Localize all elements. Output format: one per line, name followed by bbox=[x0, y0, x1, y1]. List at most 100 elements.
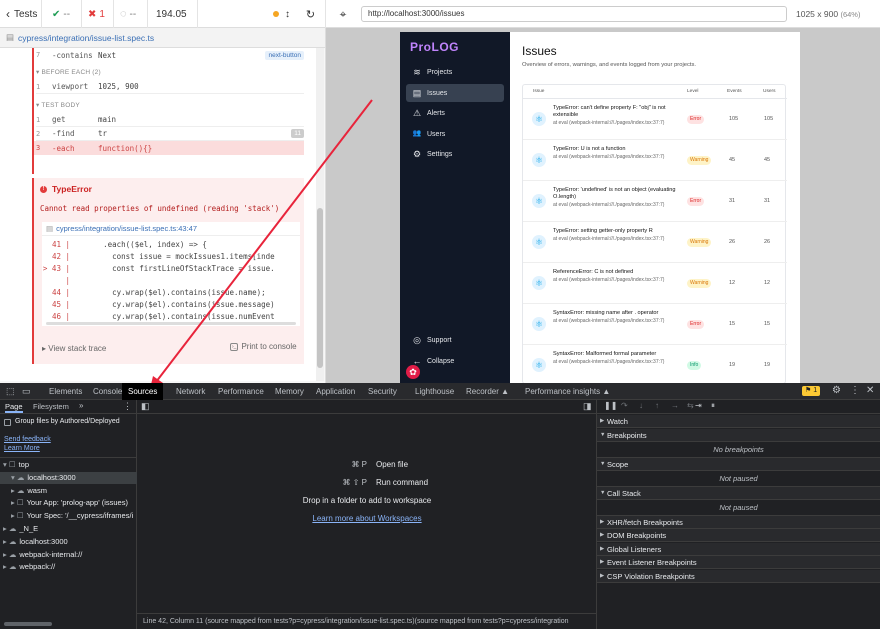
more-vertical-icon[interactable]: ⋮ bbox=[123, 401, 132, 412]
table-row[interactable]: ⚛ TypeError: can't define property F: "ob… bbox=[523, 99, 787, 140]
reporter-scrollbar[interactable] bbox=[316, 48, 324, 381]
section-call-stack[interactable]: ▼ Call Stack bbox=[597, 486, 880, 500]
pending-circle-icon: ◌ bbox=[120, 8, 127, 20]
page-title: Issues bbox=[522, 44, 557, 58]
nav-alerts[interactable]: ⚠ Alerts bbox=[406, 104, 504, 122]
pending-count[interactable]: ◌ -- bbox=[114, 0, 148, 28]
table-row[interactable]: ⚛ ReferenceError: C is not defined at eval… bbox=[523, 263, 787, 304]
issues-badge[interactable]: ⚑ 1 bbox=[802, 386, 821, 396]
devtools-tab-elements[interactable]: Elements bbox=[49, 383, 82, 400]
learn-more-link[interactable]: Learn More bbox=[4, 445, 40, 452]
command-row-get[interactable]: 1 get main bbox=[36, 113, 304, 127]
device-toolbar-icon[interactable]: ▭ bbox=[22, 386, 31, 397]
table-row[interactable]: ⚛ TypeError: 'undefined' is not an object… bbox=[523, 181, 787, 222]
section-xhr-fetch-breakpoints[interactable]: ▶ XHR/fetch Breakpoints bbox=[597, 515, 880, 529]
reload-icon: ↻ bbox=[305, 8, 316, 21]
view-stack-trace-toggle[interactable]: ▸ View stack trace bbox=[42, 344, 106, 353]
navigator-scrollbar[interactable] bbox=[4, 622, 52, 626]
debug-badge-icon[interactable]: ✿ bbox=[406, 365, 420, 379]
viewport-info[interactable]: 1025 x 900 (64%) bbox=[796, 0, 860, 28]
nav-projects[interactable]: ≋ Projects bbox=[406, 63, 504, 81]
tree-item[interactable]: ▸ ☐ Your App: 'prolog-app' (issues) bbox=[11, 497, 137, 509]
events-count: 19 bbox=[729, 362, 736, 368]
more-vertical-icon[interactable]: ⋮ bbox=[850, 385, 860, 396]
step-into-icon[interactable]: ↓ bbox=[639, 401, 643, 410]
scroll-arrows-icon[interactable]: ↕ bbox=[285, 9, 290, 20]
devtools-tab-network[interactable]: Network bbox=[176, 383, 205, 400]
deactivate-breakpoints-icon[interactable]: ⇥ bbox=[695, 401, 702, 410]
nav-collapse[interactable]: ← Collapse bbox=[406, 352, 504, 370]
passed-count[interactable]: ✔ -- bbox=[42, 0, 82, 28]
nav-users[interactable]: 👥 Users bbox=[406, 125, 504, 143]
nav-settings[interactable]: ⚙ Settings bbox=[406, 145, 504, 163]
table-row[interactable]: ⚛ SyntaxError: Malformed formal parameter… bbox=[523, 345, 787, 383]
table-row[interactable]: ⚛ SyntaxError: missing name after . opera… bbox=[523, 304, 787, 345]
step-over-icon[interactable]: ↷ bbox=[621, 401, 628, 410]
test-body-heading[interactable]: ▾ TEST BODY bbox=[36, 101, 80, 109]
step-out-icon[interactable]: ↑ bbox=[655, 401, 659, 410]
devtools-tab-recorder[interactable]: Recorder ▲ bbox=[466, 383, 509, 400]
code-horizontal-scrollbar[interactable] bbox=[46, 322, 296, 325]
devtools-tab-performance[interactable]: Performance bbox=[218, 383, 264, 400]
command-row-viewport[interactable]: 1 viewport 1025, 900 bbox=[36, 80, 304, 94]
tree-item[interactable]: ▾ ☁ localhost:3000 bbox=[0, 471, 137, 484]
navigator-more-tabs[interactable]: » bbox=[79, 401, 83, 410]
close-icon[interactable]: ✕ bbox=[866, 385, 874, 396]
pause-on-exceptions-icon[interactable]: ⏸ bbox=[711, 401, 715, 411]
restart-button[interactable]: ↻ bbox=[296, 0, 326, 28]
nav-support[interactable]: ◎ Support bbox=[406, 331, 504, 349]
failed-count[interactable]: ✖ 1 bbox=[82, 0, 114, 28]
section-event-listener-breakpoints[interactable]: ▶ Event Listener Breakpoints bbox=[597, 556, 880, 569]
tree-item[interactable]: ▸ ☁ _N_E bbox=[3, 523, 137, 535]
inspect-element-icon[interactable]: ⬚ bbox=[6, 386, 15, 397]
before-each-heading[interactable]: ▾ BEFORE EACH (2) bbox=[36, 68, 101, 76]
nav-issues[interactable]: ▤ Issues bbox=[406, 84, 504, 102]
section-scope[interactable]: ▼ Scope bbox=[597, 457, 880, 471]
scrollbar-thumb[interactable] bbox=[317, 208, 323, 368]
send-feedback-link[interactable]: Send feedback bbox=[4, 436, 51, 443]
command-row-each-failed[interactable]: 3 -each function(){} bbox=[34, 141, 304, 155]
tree-item[interactable]: ▾ ☐ top bbox=[3, 459, 137, 471]
issue-title: TypeError: setting getter-only property … bbox=[553, 228, 653, 234]
tree-item[interactable]: ▸ ☐ Your Spec: '/__cypress/iframes/i bbox=[11, 510, 137, 522]
pause-icon[interactable]: ❚❚ bbox=[604, 401, 617, 410]
table-row[interactable]: ⚛ TypeError: setting getter-only property… bbox=[523, 222, 787, 263]
spec-path-header[interactable]: ▤ cypress/integration/issue-list.spec.ts bbox=[0, 28, 325, 48]
group-files-checkbox[interactable] bbox=[4, 419, 11, 426]
error-file-link[interactable]: ▤ cypress/integration/issue-list.spec.ts:… bbox=[42, 222, 300, 236]
section-dom-breakpoints[interactable]: ▶ DOM Breakpoints bbox=[597, 529, 880, 542]
devtools-tab-console[interactable]: Console bbox=[93, 383, 122, 400]
step-icon[interactable]: → bbox=[671, 401, 679, 410]
devtools-tab-sources[interactable]: Sources bbox=[122, 383, 164, 400]
navigator-tab-page[interactable]: Page bbox=[5, 402, 23, 413]
arrows-icon[interactable]: ⇆ bbox=[687, 401, 694, 410]
section-global-listeners[interactable]: ▶ Global Listeners bbox=[597, 542, 880, 556]
section-watch[interactable]: ▶ Watch bbox=[597, 415, 880, 428]
tree-item[interactable]: ▸ ☁ webpack:// bbox=[3, 561, 137, 573]
devtools-tab-lighthouse[interactable]: Lighthouse bbox=[415, 383, 454, 400]
devtools-tab-application[interactable]: Application bbox=[316, 383, 355, 400]
table-row[interactable]: ⚛ TypeError: U is not a function at eval (… bbox=[523, 140, 787, 181]
devtools-tab-security[interactable]: Security bbox=[368, 383, 397, 400]
section-breakpoints[interactable]: ▼ Breakpoints bbox=[597, 428, 880, 442]
tests-back-button[interactable]: ‹ Tests bbox=[0, 0, 42, 28]
devtools-tab-memory[interactable]: Memory bbox=[275, 383, 304, 400]
editor-status-bar[interactable]: Line 42, Column 11 (source mapped from t… bbox=[137, 613, 597, 629]
tree-item[interactable]: ▸ ☁ wasm bbox=[11, 485, 137, 497]
section-csp-violation-breakpoints[interactable]: ▶ CSP Violation Breakpoints bbox=[597, 569, 880, 583]
command-row-find[interactable]: 2 -find tr 11 bbox=[36, 127, 304, 141]
command-row-contains[interactable]: 7 -contains Next next-button bbox=[36, 48, 304, 62]
learn-workspaces-link[interactable]: Learn more about Workspaces bbox=[312, 514, 421, 523]
print-to-console-button[interactable]: ›_ Print to console bbox=[230, 342, 297, 351]
tree-item[interactable]: ▸ ☁ webpack-internal:// bbox=[3, 549, 137, 561]
aut-url-bar[interactable]: http://localhost:3000/issues bbox=[361, 6, 787, 22]
toggle-navigator-icon[interactable]: ◧ bbox=[141, 401, 150, 412]
tree-item[interactable]: ▸ ☁ localhost:3000 bbox=[3, 536, 137, 548]
devtools-tab-performance-insights[interactable]: Performance insights ▲ bbox=[525, 383, 610, 400]
toggle-debugger-icon[interactable]: ◨ bbox=[583, 401, 592, 412]
selector-playground-button[interactable]: ⌖ bbox=[326, 0, 360, 28]
navigator-tab-filesystem[interactable]: Filesystem bbox=[33, 402, 69, 411]
nav-label: Users bbox=[427, 130, 446, 138]
gear-icon[interactable]: ⚙ bbox=[832, 385, 841, 396]
prolog-logo[interactable]: ProLOG bbox=[410, 40, 459, 54]
